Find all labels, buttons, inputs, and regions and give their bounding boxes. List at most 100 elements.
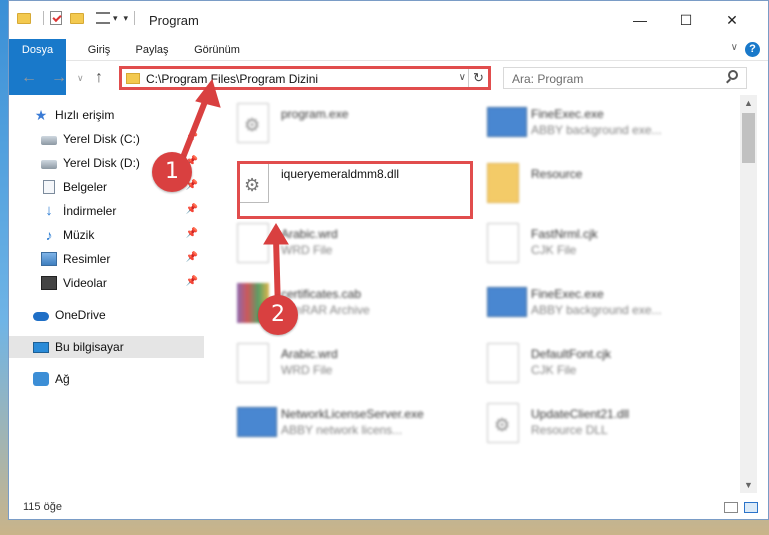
ribbon-tabs: Dosya Giriş Paylaş Görünüm ∨ ?	[9, 39, 768, 95]
sidebar-item-label: Yerel Disk (D:)	[63, 156, 140, 170]
file-icon	[237, 343, 269, 383]
file-icon	[487, 223, 519, 263]
window-title: Program	[149, 13, 199, 28]
sidebar-item-local-disk-c[interactable]: Yerel Disk (C:) 📌	[9, 128, 204, 150]
file-name: NetworkLicenseServer.exe	[281, 407, 424, 421]
sidebar-item-onedrive[interactable]: OneDrive	[9, 304, 204, 326]
tab-home[interactable]: Giriş	[79, 39, 119, 61]
sidebar-item-downloads[interactable]: ↓ İndirmeler 📌	[9, 200, 204, 222]
file-name: UpdateClient21.dll	[531, 407, 630, 421]
file-item[interactable]: NetworkLicenseServer.exe ABBY network li…	[231, 399, 467, 455]
pin-icon[interactable]: 📌	[186, 276, 198, 287]
customize-toolbar-icon[interactable]: ▾	[124, 13, 129, 24]
disk-icon	[41, 136, 57, 145]
tab-view[interactable]: Görünüm	[185, 39, 249, 61]
forward-arrow-icon[interactable]: →	[51, 69, 67, 87]
documents-icon	[43, 180, 55, 194]
close-button[interactable]: ✕	[709, 5, 755, 35]
help-icon[interactable]: ?	[745, 42, 760, 57]
expand-ribbon-icon[interactable]: ∨	[731, 42, 738, 53]
file-item[interactable]: program.exe	[231, 99, 467, 155]
back-arrow-icon[interactable]: ←	[21, 69, 37, 87]
sidebar-item-label: Müzik	[63, 228, 95, 242]
sidebar-item-this-pc[interactable]: Bu bilgisayar	[9, 336, 204, 358]
quick-access-toolbar: ▾ ▾	[17, 11, 141, 25]
folder-item[interactable]: Resource	[481, 159, 717, 215]
this-pc-icon	[33, 341, 49, 353]
dll-gear-icon	[487, 403, 519, 443]
step-marker-2: 2	[258, 295, 298, 335]
file-name: FineExec.exe	[531, 107, 604, 121]
folder-icon[interactable]	[17, 12, 31, 24]
new-folder-icon[interactable]	[70, 12, 84, 24]
file-item[interactable]: Arabic.wrd WRD File	[231, 339, 467, 395]
sidebar-item-pictures[interactable]: Resimler 📌	[9, 248, 204, 270]
navigation-bar: ← → ∨ ↑ C:\Program Files\Program Dizini …	[9, 62, 768, 94]
sidebar-item-quick-access[interactable]: ★ Hızlı erişim	[9, 104, 204, 126]
disk-icon	[41, 160, 57, 169]
pin-icon[interactable]: 📌	[186, 204, 198, 215]
scroll-up-icon[interactable]: ▲	[744, 98, 753, 108]
file-item[interactable]: Arabic.wrd WRD File	[231, 219, 467, 275]
exe-icon	[487, 287, 527, 317]
sidebar-item-videos[interactable]: Videolar 📌	[9, 272, 204, 294]
file-item[interactable]: FineExec.exe ABBY background exe...	[481, 99, 717, 155]
details-view-icon[interactable]	[724, 502, 738, 513]
chevron-down-icon[interactable]: ∨	[459, 72, 466, 83]
folder-icon	[487, 163, 519, 203]
recent-locations-icon[interactable]: ∨	[77, 73, 84, 84]
minimize-button[interactable]: —	[617, 5, 663, 35]
sidebar-item-music[interactable]: ♪ Müzik 📌	[9, 224, 204, 246]
file-item[interactable]: FineExec.exe ABBY background exe...	[481, 279, 717, 335]
maximize-button[interactable]: ☐	[663, 5, 709, 35]
up-arrow-icon[interactable]: ↑	[95, 69, 103, 87]
music-icon: ♪	[45, 227, 53, 243]
search-icon[interactable]	[728, 70, 738, 80]
file-name: Resource	[531, 167, 583, 181]
file-name: DefaultFont.cjk	[531, 347, 612, 361]
large-icons-view-icon[interactable]	[744, 502, 758, 513]
file-name: Arabic.wrd	[281, 347, 338, 361]
sidebar-item-label: Resimler	[63, 252, 111, 266]
sidebar-item-network[interactable]: Ağ	[9, 368, 204, 390]
file-name: FastNrml.cjk	[531, 227, 598, 241]
address-path[interactable]: C:\Program Files\Program Dizini	[146, 72, 318, 86]
file-item[interactable]: DefaultFont.cjk CJK File	[481, 339, 717, 395]
scrollbar-thumb[interactable]	[742, 113, 755, 163]
highlight-box	[237, 161, 473, 219]
item-count: 115 öğe	[23, 501, 62, 513]
refresh-icon[interactable]: ↻	[468, 69, 488, 87]
pin-icon[interactable]: 📌	[186, 132, 198, 143]
chevron-down-icon[interactable]: ▾	[113, 13, 118, 24]
file-type: WRD File	[281, 243, 333, 257]
status-bar: 115 öğe	[9, 497, 768, 519]
sidebar-item-label: Yerel Disk (C:)	[63, 132, 140, 146]
file-type: WRD File	[281, 363, 333, 377]
star-icon: ★	[34, 107, 48, 123]
file-item[interactable]: UpdateClient21.dll Resource DLL	[481, 399, 717, 455]
sidebar-item-label: Ağ	[55, 372, 70, 386]
file-name: Arabic.wrd	[281, 227, 338, 241]
sidebar-item-label: OneDrive	[55, 308, 106, 322]
pin-icon[interactable]: 📌	[186, 252, 198, 263]
sidebar-item-label: Bu bilgisayar	[55, 340, 124, 354]
file-item[interactable]: FastNrml.cjk CJK File	[481, 219, 717, 275]
network-icon	[33, 372, 49, 386]
address-bar[interactable]: C:\Program Files\Program Dizini ∨ ↻	[119, 66, 491, 90]
properties-icon[interactable]	[50, 11, 62, 25]
file-name: FineExec.exe	[531, 287, 604, 301]
title-bar: ▾ ▾ Program — ☐ ✕	[9, 1, 768, 39]
exe-icon	[237, 103, 269, 143]
folder-icon	[126, 73, 140, 84]
file-explorer-window: ▾ ▾ Program — ☐ ✕ Dosya Giriş Paylaş Gör…	[8, 0, 769, 520]
vertical-scrollbar[interactable]: ▲ ▼	[740, 95, 757, 493]
pictures-icon	[41, 252, 57, 266]
tab-share[interactable]: Paylaş	[127, 39, 177, 61]
toolbar-divider	[134, 11, 136, 25]
onedrive-icon	[33, 312, 49, 321]
scroll-down-icon[interactable]: ▼	[744, 480, 753, 490]
file-name: certificates.cab	[281, 287, 362, 301]
view-options-icon[interactable]	[96, 12, 110, 24]
pin-icon[interactable]: 📌	[186, 228, 198, 239]
search-input[interactable]: Ara: Program	[503, 67, 747, 89]
